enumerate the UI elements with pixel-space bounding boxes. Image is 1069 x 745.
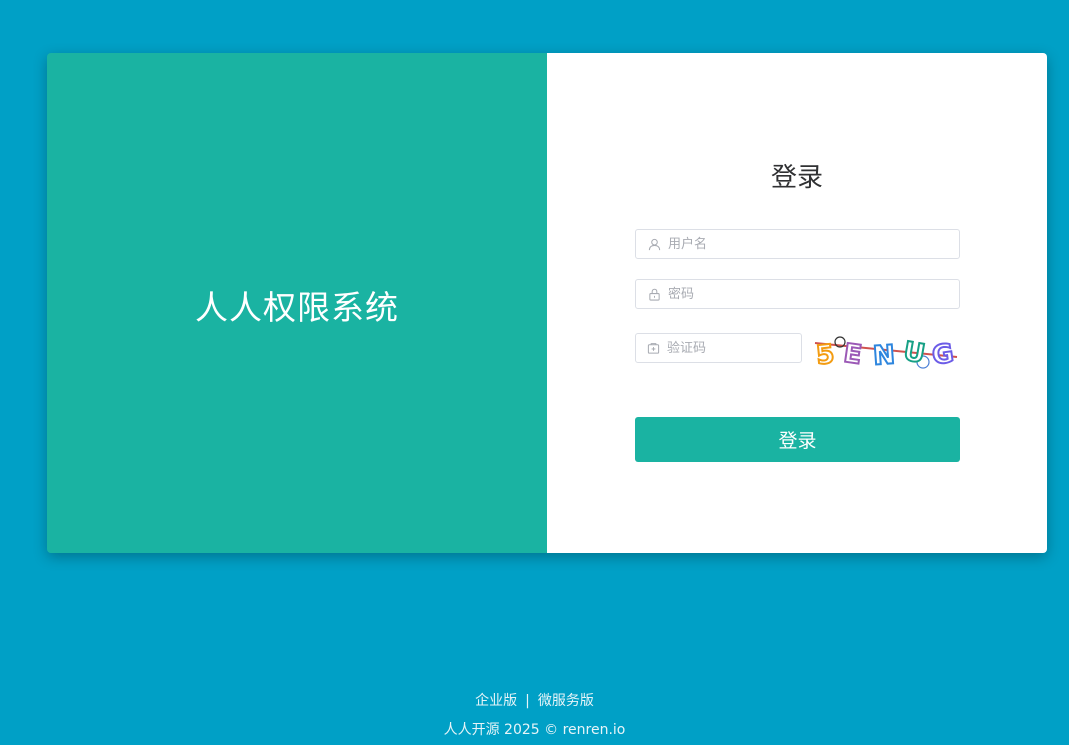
footer-separator: | [525, 693, 530, 709]
username-field[interactable] [635, 229, 960, 259]
user-icon [647, 237, 661, 251]
copyright: 人人开源 2025 © renren.io [443, 722, 626, 738]
system-title: 人人权限系统 [195, 288, 399, 327]
captcha-image[interactable]: 5 E N U G [813, 333, 959, 369]
captcha-input[interactable] [667, 335, 837, 361]
brand-panel: 人人权限系统 [47, 53, 547, 553]
captcha-char-3: N [872, 340, 896, 369]
login-panel: 登录 用户名 验证码 5 E N U G 登录 [547, 53, 1047, 553]
captcha-char-4: U [901, 337, 927, 369]
login-title: 登录 [770, 163, 823, 193]
captcha-char-2: E [842, 339, 864, 369]
lock-icon [647, 287, 661, 301]
password-input[interactable] [668, 281, 959, 307]
captcha-icon [647, 341, 660, 355]
microservice-link[interactable]: 微服务版 [538, 693, 594, 709]
username-input[interactable] [668, 231, 959, 257]
footer-links: 企业版 | 微服务版 [0, 690, 1069, 710]
captcha-field[interactable] [635, 333, 837, 363]
captcha-char-5: G [930, 339, 955, 369]
login-button[interactable]: 登录 [635, 417, 960, 462]
login-card: 人人权限系统 登录 用户名 验证码 5 E N U G 登录 [47, 53, 1047, 553]
enterprise-link[interactable]: 企业版 [475, 693, 517, 709]
captcha-char-1: 5 [815, 339, 836, 369]
password-field[interactable] [635, 279, 960, 309]
